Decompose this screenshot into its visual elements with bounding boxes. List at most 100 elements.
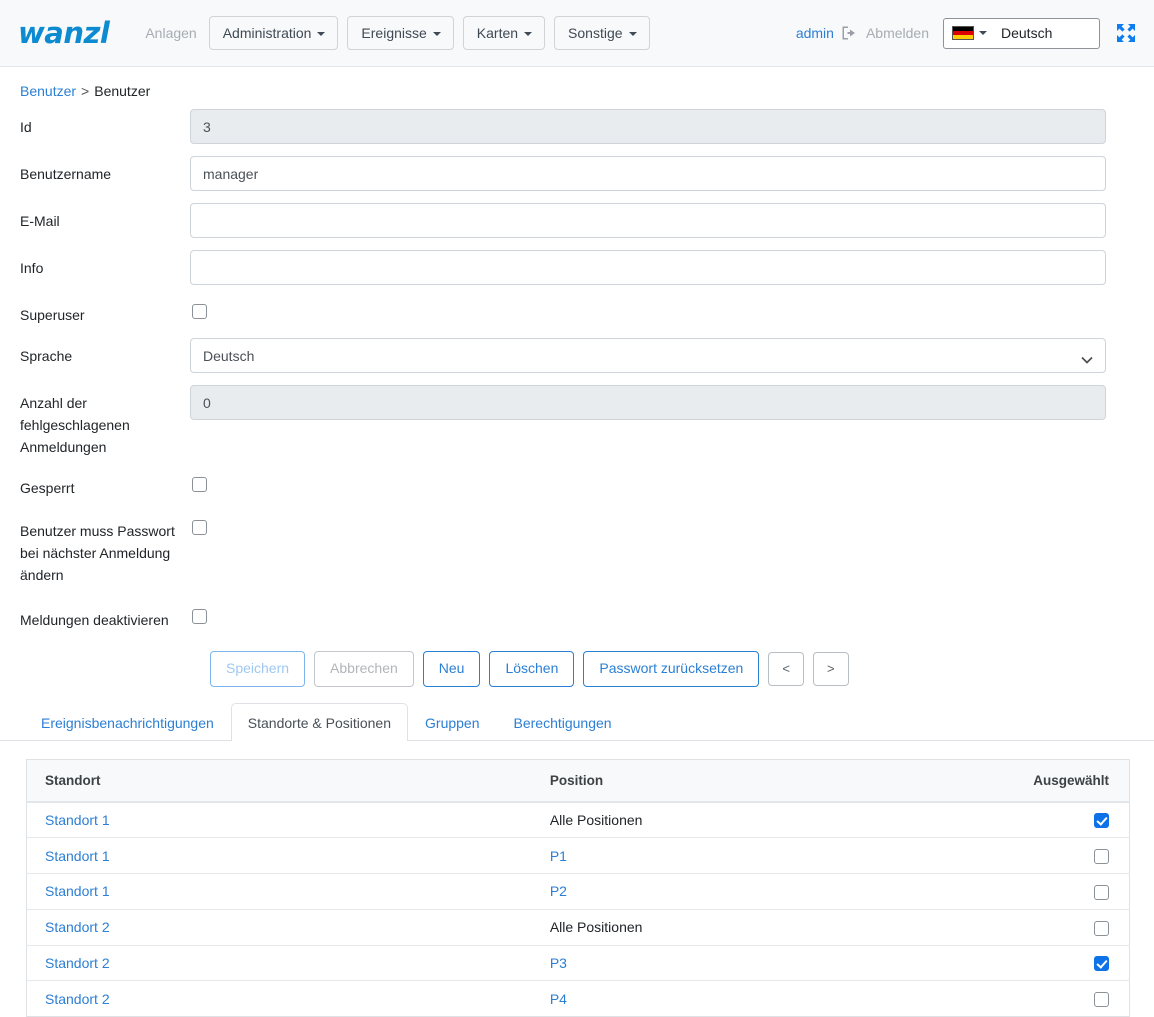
breadcrumb: Benutzer > Benutzer xyxy=(0,67,1154,109)
position-link[interactable]: P2 xyxy=(550,883,567,899)
disable-notifications-checkbox[interactable] xyxy=(192,609,207,624)
next-record-button[interactable]: > xyxy=(813,652,849,686)
standort-link[interactable]: Standort 1 xyxy=(45,883,110,899)
must-change-password-checkbox[interactable] xyxy=(192,520,207,535)
wanzl-logo: wanzl xyxy=(18,16,109,50)
cell-ausgewaehlt xyxy=(1015,981,1129,1017)
nav-item-anlagen[interactable]: Anlagen xyxy=(135,19,206,47)
previous-record-button[interactable]: < xyxy=(768,652,804,686)
form-row-gesperrt: Gesperrt xyxy=(0,470,1130,499)
cell-ausgewaehlt xyxy=(1015,838,1129,874)
sprache-select[interactable]: Deutsch xyxy=(190,338,1106,373)
standort-link[interactable]: Standort 1 xyxy=(45,848,110,864)
language-selector[interactable]: Deutsch xyxy=(943,18,1100,49)
email-field[interactable] xyxy=(190,203,1106,238)
label-superuser: Superuser xyxy=(0,297,190,326)
row-selected-checkbox[interactable] xyxy=(1094,813,1109,828)
tab-bar: Ereignisbenachrichtigungen Standorte & P… xyxy=(0,703,1154,741)
chevron-down-icon xyxy=(979,31,987,35)
chevron-down-icon xyxy=(433,32,441,36)
tab-gruppen[interactable]: Gruppen xyxy=(408,703,496,741)
tab-ereignisbenachrichtigungen[interactable]: Ereignisbenachrichtigungen xyxy=(24,703,231,741)
form-row-sprache: Sprache Deutsch xyxy=(0,338,1130,373)
cell-standort: Standort 2 xyxy=(27,981,532,1017)
label-email: E-Mail xyxy=(0,203,190,232)
top-navbar: wanzl Anlagen Administration Ereignisse … xyxy=(0,0,1154,67)
form-row-must-change-password: Benutzer muss Passwort bei nächster Anme… xyxy=(0,513,1130,586)
chevron-down-icon xyxy=(629,32,637,36)
cell-standort: Standort 1 xyxy=(27,802,532,838)
column-header-position[interactable]: Position xyxy=(532,759,1015,802)
table-row: Standort 1 P2 xyxy=(27,874,1130,910)
table-header-row: Standort Position Ausgewählt xyxy=(27,759,1130,802)
logout-label[interactable]: Abmelden xyxy=(866,25,929,41)
tab-standorte-positionen[interactable]: Standorte & Positionen xyxy=(231,703,408,741)
expand-arrows-icon[interactable] xyxy=(1114,21,1138,45)
nav-menu-administration[interactable]: Administration xyxy=(209,16,339,51)
breadcrumb-link-benutzer[interactable]: Benutzer xyxy=(20,83,76,99)
position-text: Alle Positionen xyxy=(550,919,643,935)
nav-menu-ereignisse-label: Ereignisse xyxy=(361,25,426,41)
language-value: Deutsch xyxy=(1001,25,1052,41)
sign-out-icon[interactable] xyxy=(841,25,859,41)
label-sprache: Sprache xyxy=(0,338,190,367)
table-row: Standort 2 Alle Positionen xyxy=(27,909,1130,945)
label-gesperrt: Gesperrt xyxy=(0,470,190,499)
row-selected-checkbox[interactable] xyxy=(1094,992,1109,1007)
delete-button[interactable]: Löschen xyxy=(489,651,574,687)
breadcrumb-current: Benutzer xyxy=(94,83,150,99)
label-info: Info xyxy=(0,250,190,279)
cell-standort: Standort 1 xyxy=(27,874,532,910)
german-flag-icon xyxy=(952,26,974,40)
table-row: Standort 1 Alle Positionen xyxy=(27,802,1130,838)
standort-link[interactable]: Standort 2 xyxy=(45,955,110,971)
position-link[interactable]: P3 xyxy=(550,955,567,971)
chevron-down-icon xyxy=(317,32,325,36)
benutzername-field[interactable] xyxy=(190,156,1106,191)
row-selected-checkbox[interactable] xyxy=(1094,921,1109,936)
nav-menu-sonstige[interactable]: Sonstige xyxy=(554,16,649,51)
standorte-positionen-table-wrap: Standort Position Ausgewählt Standort 1 A… xyxy=(0,741,1154,1017)
row-selected-checkbox[interactable] xyxy=(1094,956,1109,971)
nav-menu-karten-label: Karten xyxy=(477,25,518,41)
form-row-id: Id xyxy=(0,109,1130,144)
form-row-benutzername: Benutzername xyxy=(0,156,1130,191)
current-user-link[interactable]: admin xyxy=(796,25,834,41)
navbar-right-group: admin Abmelden Deutsch xyxy=(796,18,1138,49)
form-row-email: E-Mail xyxy=(0,203,1130,238)
superuser-checkbox[interactable] xyxy=(192,304,207,319)
position-text: Alle Positionen xyxy=(550,812,643,828)
form-row-failed-logins: Anzahl der fehlgeschlagenen Anmeldungen xyxy=(0,385,1130,458)
tab-berechtigungen[interactable]: Berechtigungen xyxy=(497,703,629,741)
position-link[interactable]: P1 xyxy=(550,848,567,864)
column-header-ausgewaehlt[interactable]: Ausgewählt xyxy=(1015,759,1129,802)
nav-menu-sonstige-label: Sonstige xyxy=(568,25,622,41)
cell-ausgewaehlt xyxy=(1015,909,1129,945)
reset-password-button[interactable]: Passwort zurücksetzen xyxy=(583,651,759,687)
table-row: Standort 2 P3 xyxy=(27,945,1130,981)
save-button[interactable]: Speichern xyxy=(210,651,305,687)
gesperrt-checkbox[interactable] xyxy=(192,477,207,492)
form-action-buttons: Speichern Abbrechen Neu Löschen Passwort… xyxy=(0,643,1130,687)
breadcrumb-separator: > xyxy=(81,83,89,99)
cell-standort: Standort 2 xyxy=(27,909,532,945)
standort-link[interactable]: Standort 2 xyxy=(45,919,110,935)
row-selected-checkbox[interactable] xyxy=(1094,849,1109,864)
standort-link[interactable]: Standort 2 xyxy=(45,991,110,1007)
cancel-button[interactable]: Abbrechen xyxy=(314,651,414,687)
failed-logins-field xyxy=(190,385,1106,420)
cell-ausgewaehlt xyxy=(1015,874,1129,910)
nav-menu-karten[interactable]: Karten xyxy=(463,16,545,51)
standorte-positionen-table: Standort Position Ausgewählt Standort 1 A… xyxy=(26,759,1130,1017)
new-button[interactable]: Neu xyxy=(423,651,481,687)
label-must-change-password: Benutzer muss Passwort bei nächster Anme… xyxy=(0,513,190,586)
cell-position: P1 xyxy=(532,838,1015,874)
info-field[interactable] xyxy=(190,250,1106,285)
row-selected-checkbox[interactable] xyxy=(1094,885,1109,900)
nav-menu-ereignisse[interactable]: Ereignisse xyxy=(347,16,453,51)
standort-link[interactable]: Standort 1 xyxy=(45,812,110,828)
form-row-disable-notifications: Meldungen deaktivieren xyxy=(0,602,1130,631)
column-header-standort[interactable]: Standort xyxy=(27,759,532,802)
position-link[interactable]: P4 xyxy=(550,991,567,1007)
cell-position: P3 xyxy=(532,945,1015,981)
